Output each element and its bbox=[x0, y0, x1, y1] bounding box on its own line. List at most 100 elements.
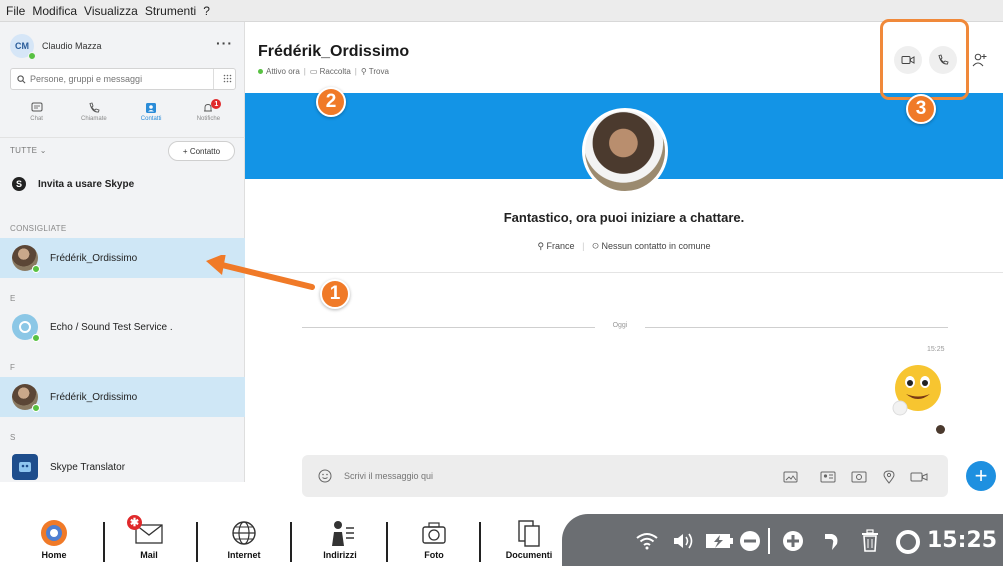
date-divider-label: Oggi bbox=[612, 322, 628, 329]
add-contact-button[interactable]: + Contatto bbox=[168, 141, 235, 161]
add-content-button[interactable]: + bbox=[966, 461, 996, 491]
taskbar-internet[interactable]: Internet bbox=[209, 518, 279, 560]
taskbar-home[interactable]: Home bbox=[19, 518, 89, 560]
image-attach-icon[interactable] bbox=[783, 470, 799, 484]
invite-label: Invita a usare Skype bbox=[38, 178, 135, 190]
invite-to-skype[interactable]: S Invita a usare Skype bbox=[12, 177, 134, 191]
add-person-icon[interactable] bbox=[972, 52, 988, 73]
message-timestamp: 15:25 bbox=[927, 346, 945, 353]
tab-chat[interactable]: Chat bbox=[12, 102, 62, 132]
separator: | bbox=[582, 241, 585, 251]
smiley-emoji-icon bbox=[892, 365, 941, 416]
notification-badge: 1 bbox=[211, 99, 222, 109]
taskbar-separator bbox=[103, 522, 105, 562]
zoom-out-icon[interactable] bbox=[739, 530, 761, 552]
menu-file[interactable]: File bbox=[6, 4, 25, 18]
menu-view[interactable]: Visualizza bbox=[84, 4, 138, 18]
tab-calls-label: Chiamate bbox=[81, 116, 107, 122]
separator: | bbox=[303, 67, 306, 76]
contact-avatar bbox=[12, 245, 40, 273]
undo-icon[interactable] bbox=[822, 530, 842, 552]
search-icon bbox=[17, 74, 26, 83]
battery-charging-icon[interactable] bbox=[704, 531, 736, 551]
search-bar bbox=[10, 68, 236, 90]
annotation-badge-2: 2 bbox=[316, 87, 346, 117]
taskbar-mail[interactable]: Mail bbox=[114, 518, 184, 560]
online-status-dot bbox=[28, 52, 36, 60]
location-icon: ⚲ bbox=[537, 241, 545, 251]
video-message-icon[interactable] bbox=[910, 470, 928, 484]
contact-item-fred[interactable]: Frédérik_Ordissimo bbox=[0, 377, 245, 417]
tab-chat-label: Chat bbox=[30, 116, 43, 122]
contact-large-avatar bbox=[582, 108, 668, 194]
find-link[interactable]: ⚲ Trova bbox=[361, 67, 389, 76]
section-e: E bbox=[10, 294, 16, 303]
zoom-in-icon[interactable] bbox=[782, 530, 804, 552]
mail-badge: ✱ bbox=[127, 515, 142, 530]
date-divider-right bbox=[645, 327, 948, 328]
date-divider-left bbox=[302, 327, 595, 328]
read-receipt-avatar bbox=[936, 425, 945, 434]
menu-tools[interactable]: Strumenti bbox=[145, 4, 196, 18]
chat-icon bbox=[31, 102, 43, 112]
mutual-contacts-icon: ꖴ bbox=[591, 241, 599, 251]
taskbar-photos[interactable]: Foto bbox=[399, 518, 469, 560]
contact-avatar bbox=[12, 384, 40, 412]
wifi-icon[interactable] bbox=[636, 532, 658, 550]
profile-name: Claudio Mazza bbox=[42, 41, 102, 51]
online-status-dot bbox=[32, 334, 40, 342]
online-status-dot bbox=[258, 69, 263, 74]
tab-contacts[interactable]: Contatti bbox=[126, 102, 176, 132]
money-icon[interactable] bbox=[851, 470, 867, 484]
gallery-label: Raccolta bbox=[319, 67, 351, 76]
section-recommended: CONSIGLIATE bbox=[10, 224, 67, 233]
contact-item-translator[interactable]: Skype Translator bbox=[0, 447, 245, 487]
taskbar-documents-label: Documenti bbox=[505, 550, 553, 560]
tab-notifications[interactable]: 1 Notifiche bbox=[183, 99, 233, 132]
filter-label: TUTTE bbox=[10, 146, 38, 155]
translator-avatar bbox=[12, 454, 38, 480]
taskbar-photos-label: Foto bbox=[424, 550, 444, 560]
menu-bar: File Modifica Visualizza Strumenti ? bbox=[0, 0, 1003, 22]
dialpad-icon[interactable] bbox=[213, 69, 235, 89]
taskbar-addresses[interactable]: Indirizzi bbox=[305, 518, 375, 560]
contact-item-echo[interactable]: Echo / Sound Test Service . bbox=[0, 307, 245, 347]
skype-icon: S bbox=[12, 177, 26, 191]
volume-icon[interactable] bbox=[672, 531, 694, 551]
home-icon bbox=[41, 520, 67, 546]
menu-help[interactable]: ? bbox=[203, 4, 210, 18]
filter-dropdown[interactable]: TUTTE ⌄ bbox=[10, 146, 47, 155]
contact-name: Skype Translator bbox=[50, 461, 126, 473]
nav-tabs: Chat Chiamate Contatti 1 Notifiche bbox=[0, 99, 245, 132]
documents-icon bbox=[518, 520, 540, 547]
chat-title: Frédérik_Ordissimo bbox=[258, 43, 410, 60]
arrow-annotation-icon bbox=[206, 255, 315, 290]
message-input[interactable] bbox=[344, 471, 644, 481]
tab-contacts-label: Contatti bbox=[140, 116, 162, 122]
location-text: France bbox=[546, 241, 575, 251]
online-status-dot bbox=[32, 265, 40, 273]
clock: 15:25 bbox=[927, 528, 998, 553]
emoji-picker-icon[interactable] bbox=[318, 469, 332, 483]
sidebar: CM Claudio Mazza ··· Chat Chiamate Conta… bbox=[0, 22, 245, 482]
menu-edit[interactable]: Modifica bbox=[32, 4, 77, 18]
taskbar-separator bbox=[196, 522, 198, 562]
taskbar-documents[interactable]: Documenti bbox=[494, 518, 564, 560]
separator: | bbox=[354, 67, 357, 76]
location-pin-icon[interactable] bbox=[882, 470, 896, 484]
tray-separator bbox=[768, 528, 770, 554]
section-s: S bbox=[10, 433, 16, 442]
contact-name: Frédérik_Ordissimo bbox=[50, 391, 138, 403]
status-text: Attivo ora bbox=[266, 67, 300, 76]
contacts-icon bbox=[146, 103, 157, 113]
echo-avatar bbox=[12, 314, 40, 342]
gallery-link[interactable]: ▭ Raccolta bbox=[310, 67, 351, 76]
profile[interactable]: CM Claudio Mazza bbox=[10, 34, 102, 60]
tab-calls[interactable]: Chiamate bbox=[69, 102, 119, 132]
contact-card-icon[interactable] bbox=[820, 470, 836, 484]
globe-icon bbox=[232, 521, 256, 545]
trash-icon[interactable] bbox=[860, 529, 880, 553]
more-options-icon[interactable]: ··· bbox=[216, 35, 233, 51]
search-input[interactable] bbox=[30, 74, 210, 84]
help-lifebuoy-icon[interactable] bbox=[896, 530, 920, 554]
